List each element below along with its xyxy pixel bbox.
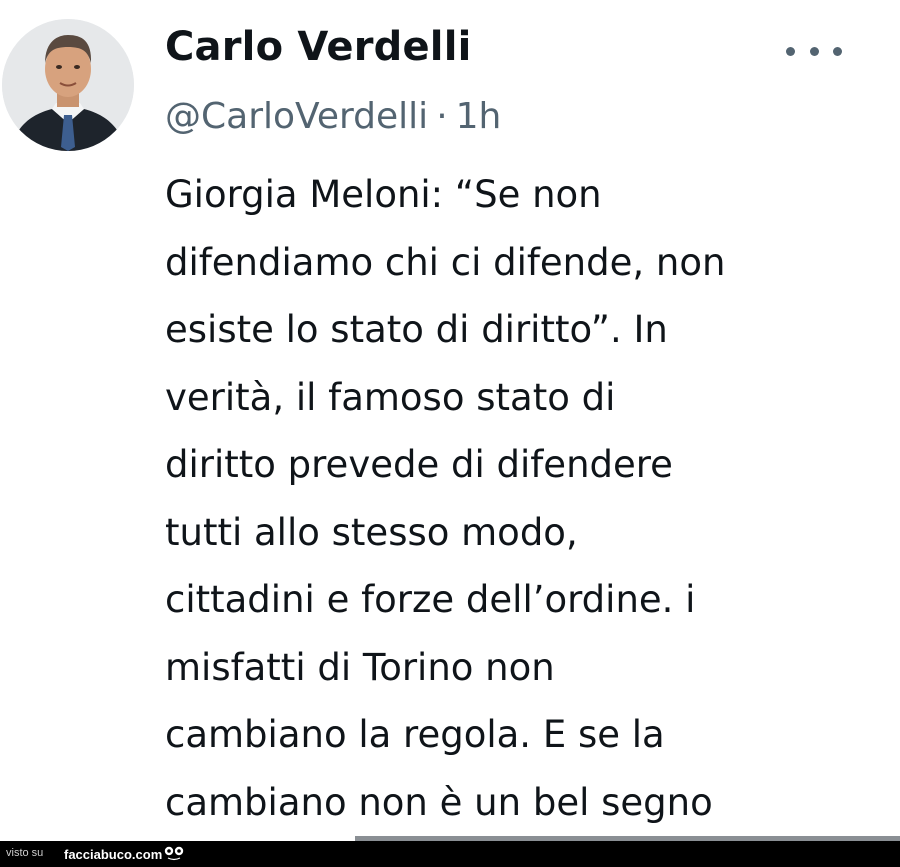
tweet-timestamp[interactable]: 1h [456, 96, 502, 137]
more-horizontal-icon [786, 46, 795, 56]
tweet-text: Giorgia Meloni: “Se non difendiamo chi c… [165, 161, 885, 836]
more-options-button[interactable] [786, 36, 842, 66]
facciabuco-logo-icon: facciabuco.com [64, 846, 184, 862]
tweet-screenshot: Carlo Verdelli @CarloVerdelli · 1h Giorgia… [0, 0, 900, 867]
tweet-text-line: difendiamo chi ci difende, non [165, 240, 726, 284]
meta-separator: · [436, 96, 448, 137]
tweet-text-line: esiste lo stato di diritto”. In [165, 308, 668, 351]
profile-photo-icon [2, 19, 134, 151]
tweet-text-line: Giorgia Meloni: “Se non [165, 173, 602, 216]
tweet-text-line: cambiano la regola. E se la [165, 713, 665, 756]
more-horizontal-icon-dot [833, 46, 842, 56]
watermark-site: facciabuco.com [64, 847, 162, 862]
tweet-text-line: cittadini e forze dell’ordine. i [165, 578, 696, 621]
tweet-text-line: misfatti di Torino non [165, 645, 555, 689]
display-name[interactable]: Carlo Verdelli [165, 24, 472, 70]
avatar[interactable] [2, 19, 134, 151]
watermark-bar: visto su facciabuco.com [0, 841, 900, 867]
tweet-text-line: cambiano non è un bel segno [165, 780, 713, 824]
tweet-text-line: verità, il famoso stato di [165, 375, 616, 419]
tweet-meta: @CarloVerdelli · 1h [165, 96, 501, 137]
tweet-text-line: tutti allo stesso modo, [165, 510, 578, 554]
watermark-prefix: visto su [6, 847, 44, 859]
tweet-text-line: diritto prevede di difendere [165, 443, 673, 486]
author-handle[interactable]: @CarloVerdelli [165, 96, 428, 137]
more-horizontal-icon-dot [809, 46, 819, 56]
